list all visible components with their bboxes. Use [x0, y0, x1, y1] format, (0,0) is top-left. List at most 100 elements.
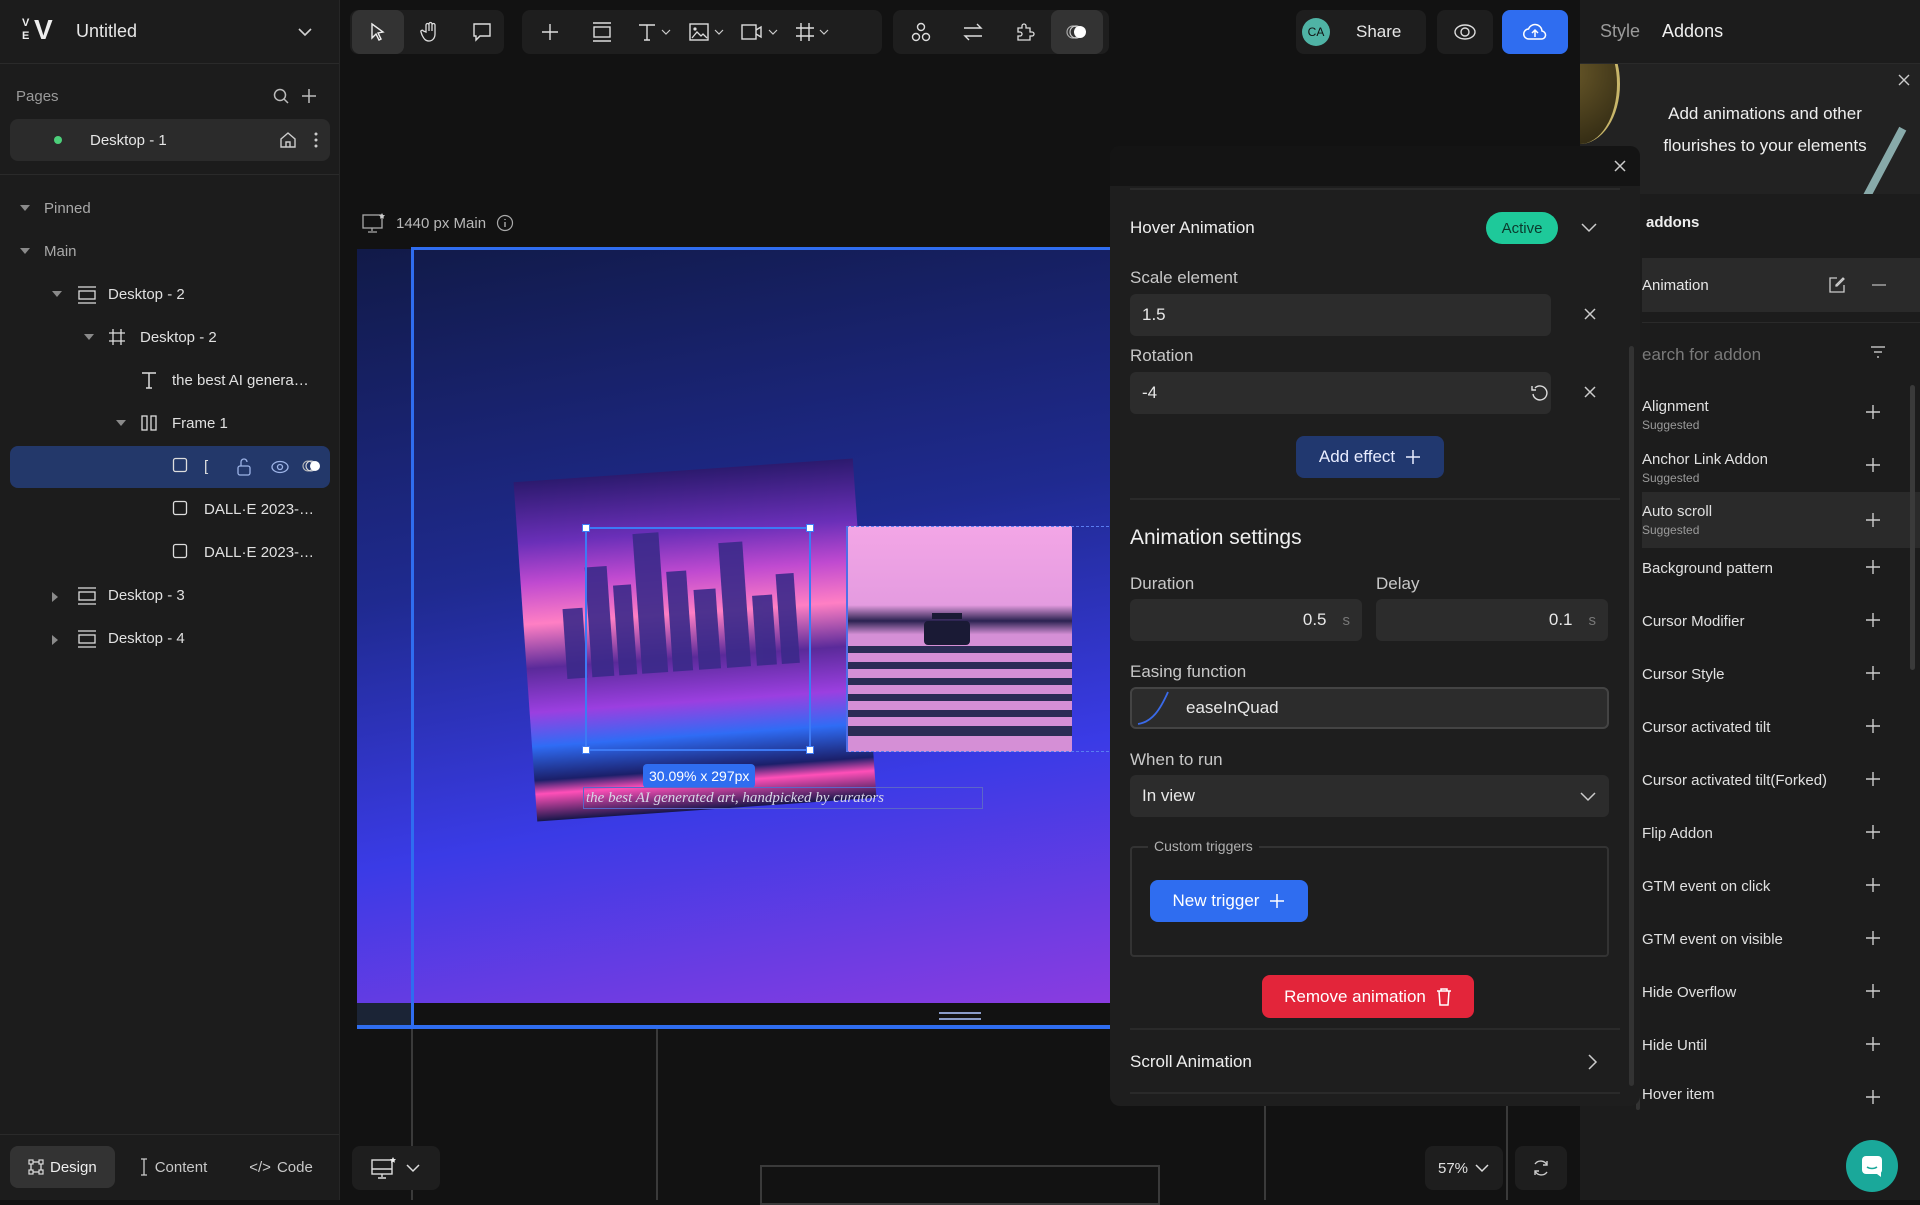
- share-button[interactable]: CA Share: [1296, 10, 1426, 54]
- page-item-desktop-1[interactable]: Desktop - 1: [10, 119, 330, 161]
- resize-handle[interactable]: [806, 524, 814, 532]
- layer-item[interactable]: Desktop - 3: [10, 575, 330, 617]
- addon-search-input[interactable]: earch for addon: [1642, 340, 1872, 370]
- remove-animation-button[interactable]: Remove animation: [1262, 975, 1474, 1018]
- add-addon-plus-icon[interactable]: [1865, 877, 1881, 893]
- add-addon-plus-icon[interactable]: [1865, 983, 1881, 999]
- easing-select[interactable]: easeInQuad: [1130, 687, 1609, 729]
- addon-list-item[interactable]: Cursor Style: [1642, 659, 1902, 689]
- when-to-run-select[interactable]: In view: [1130, 775, 1609, 817]
- layer-item[interactable]: Frame 1: [10, 403, 330, 445]
- add-addon-plus-icon[interactable]: [1865, 404, 1881, 420]
- layer-item[interactable]: Main: [10, 231, 330, 273]
- add-addon-plus-icon[interactable]: [1865, 1089, 1881, 1105]
- zoom-dropdown[interactable]: 57%: [1425, 1146, 1503, 1190]
- layer-item[interactable]: the best AI genera…: [10, 360, 330, 402]
- avatar[interactable]: CA: [1302, 18, 1330, 46]
- hover-animation-title[interactable]: Hover Animation: [1130, 218, 1255, 238]
- image-tool[interactable]: [680, 10, 732, 54]
- duration-input[interactable]: 0.5 s: [1130, 599, 1362, 641]
- remove-scale-icon[interactable]: [1582, 306, 1598, 322]
- scroll-animation-row[interactable]: Scroll Animation: [1130, 1052, 1620, 1072]
- resize-handle[interactable]: [582, 746, 590, 754]
- resize-handle[interactable]: [582, 524, 590, 532]
- addon-list-item[interactable]: Background pattern: [1642, 553, 1902, 583]
- page-more-icon[interactable]: [302, 126, 330, 154]
- close-panel-icon[interactable]: [1612, 158, 1628, 174]
- expand-caret-down-icon[interactable]: [52, 291, 62, 297]
- text-tool[interactable]: [628, 10, 680, 54]
- resize-handle[interactable]: [806, 746, 814, 754]
- interactions-tool[interactable]: [947, 10, 999, 54]
- preview-button[interactable]: [1437, 10, 1493, 54]
- select-tool[interactable]: [352, 10, 404, 54]
- addons-tool[interactable]: [999, 10, 1051, 54]
- add-addon-plus-icon[interactable]: [1865, 1036, 1881, 1052]
- rotation-input[interactable]: -4: [1130, 372, 1551, 414]
- expand-caret-down-icon[interactable]: [116, 420, 126, 426]
- panel-scrollbar[interactable]: [1629, 346, 1634, 1086]
- add-addon-plus-icon[interactable]: [1865, 512, 1881, 528]
- addon-list-item[interactable]: Cursor activated tilt: [1642, 712, 1902, 742]
- layer-item[interactable]: Desktop - 2: [10, 274, 330, 316]
- close-banner-icon[interactable]: [1896, 72, 1912, 88]
- expand-caret-down-icon[interactable]: [20, 248, 30, 254]
- add-element-tool[interactable]: [524, 10, 576, 54]
- new-trigger-button[interactable]: New trigger: [1150, 880, 1308, 922]
- animation-indicator-icon[interactable]: [302, 459, 324, 473]
- device-switcher[interactable]: [352, 1146, 440, 1190]
- addon-list-item[interactable]: Cursor Modifier: [1642, 606, 1902, 636]
- addon-list-item[interactable]: Anchor Link Addon Suggested: [1642, 443, 1902, 493]
- add-addon-plus-icon[interactable]: [1865, 457, 1881, 473]
- frame-tool[interactable]: [786, 10, 838, 54]
- selected-element-outline[interactable]: [582, 524, 814, 754]
- addon-list-item[interactable]: Cursor activated tilt(Forked): [1642, 765, 1902, 795]
- expand-caret-down-icon[interactable]: [20, 205, 30, 211]
- add-addon-plus-icon[interactable]: [1865, 665, 1881, 681]
- components-tool[interactable]: [895, 10, 947, 54]
- reset-rotation-icon[interactable]: [1530, 383, 1550, 403]
- add-addon-plus-icon[interactable]: [1865, 612, 1881, 628]
- addon-list-item[interactable]: Hide Overflow: [1642, 977, 1902, 1007]
- project-menu-chevron-icon[interactable]: [291, 18, 319, 46]
- remove-rotation-icon[interactable]: [1582, 384, 1598, 400]
- layer-item[interactable]: DALL·E 2023-…: [10, 532, 330, 574]
- app-logo[interactable]: VEV: [20, 14, 60, 47]
- addon-list-item[interactable]: GTM event on visible: [1642, 924, 1902, 954]
- search-pages-icon[interactable]: [267, 82, 295, 110]
- chat-support-button[interactable]: [1846, 1140, 1898, 1192]
- add-addon-plus-icon[interactable]: [1865, 930, 1881, 946]
- addon-list-item[interactable]: Auto scroll Suggested: [1642, 492, 1920, 548]
- add-addon-plus-icon[interactable]: [1865, 824, 1881, 840]
- addon-list-item[interactable]: Hide Until: [1642, 1030, 1902, 1060]
- expand-caret-right-icon[interactable]: [52, 635, 58, 645]
- addon-list-item[interactable]: Alignment Suggested: [1642, 390, 1902, 440]
- expand-caret-right-icon[interactable]: [52, 592, 58, 602]
- tab-code[interactable]: </> Code: [231, 1146, 331, 1188]
- remove-addon-icon[interactable]: [1872, 283, 1886, 287]
- filter-icon[interactable]: [1870, 344, 1886, 360]
- layer-item[interactable]: Desktop - 4: [10, 618, 330, 660]
- tab-design[interactable]: Design: [10, 1146, 115, 1188]
- addon-list-item[interactable]: Hover item: [1642, 1083, 1902, 1105]
- lock-icon[interactable]: [236, 457, 252, 477]
- section-tool[interactable]: [576, 10, 628, 54]
- add-addon-plus-icon[interactable]: [1865, 718, 1881, 734]
- layer-item[interactable]: Pinned: [10, 188, 330, 230]
- tab-addons[interactable]: Addons: [1662, 21, 1723, 42]
- project-title[interactable]: Untitled: [76, 21, 291, 42]
- animation-toggle-tool[interactable]: [1051, 10, 1103, 54]
- add-addon-plus-icon[interactable]: [1865, 559, 1881, 575]
- add-addon-plus-icon[interactable]: [1865, 771, 1881, 787]
- addon-list-item[interactable]: GTM event on click: [1642, 871, 1902, 901]
- refresh-button[interactable]: [1515, 1146, 1567, 1190]
- layer-item[interactable]: Desktop - 2: [10, 317, 330, 359]
- caption-text[interactable]: the best AI generated art, handpicked by…: [583, 787, 983, 809]
- collapse-chevron-icon[interactable]: [1580, 220, 1598, 234]
- visibility-eye-icon[interactable]: [270, 459, 290, 475]
- video-tool[interactable]: [732, 10, 786, 54]
- scale-input[interactable]: 1.5: [1130, 294, 1551, 336]
- comment-tool[interactable]: [456, 10, 508, 54]
- edit-icon[interactable]: [1828, 276, 1846, 294]
- expand-caret-down-icon[interactable]: [84, 334, 94, 340]
